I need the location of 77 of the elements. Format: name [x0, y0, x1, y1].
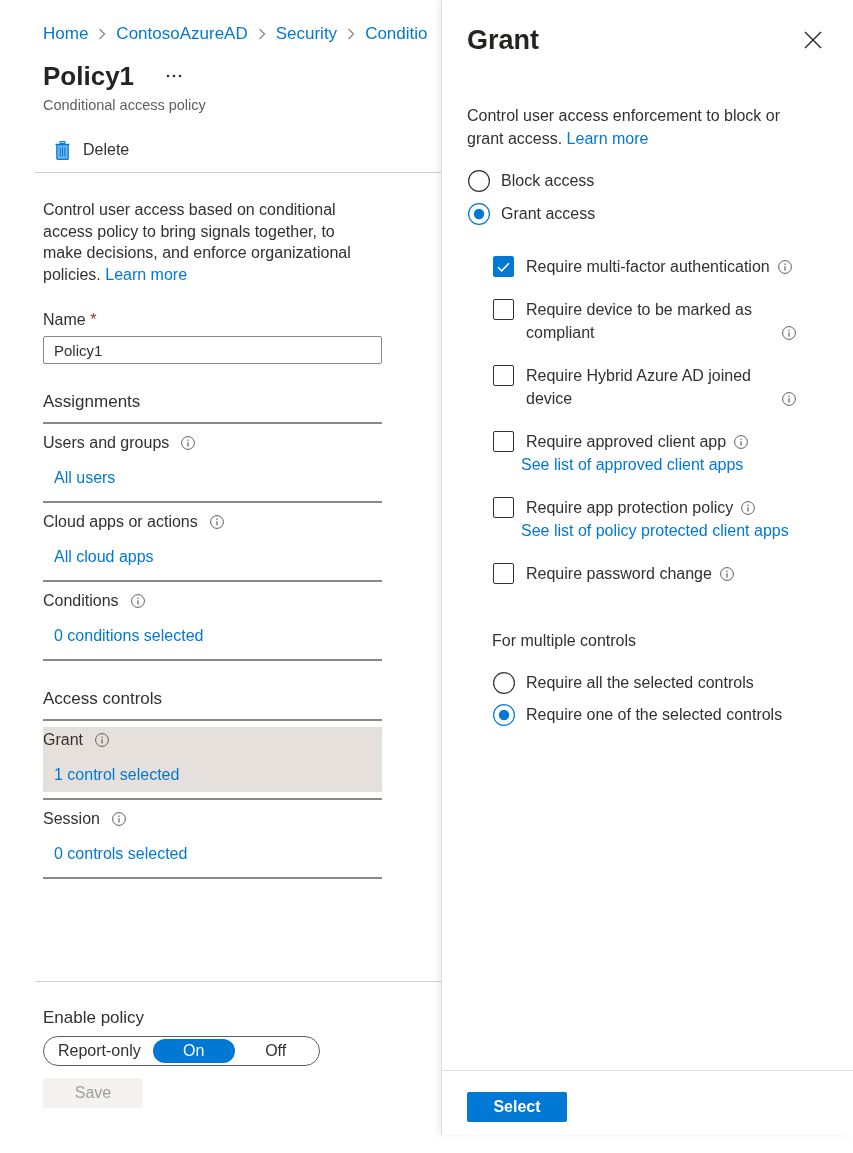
checkbox[interactable]: [493, 256, 514, 277]
checkbox[interactable]: [493, 299, 514, 320]
section-label: Grant: [43, 731, 83, 749]
breadcrumb-link[interactable]: Conditio: [365, 22, 428, 46]
info-icon: [130, 594, 145, 608]
page-subtitle: Conditional access policy: [43, 96, 206, 114]
info-icon: [782, 326, 796, 340]
checkbox-label[interactable]: Require Hybrid Azure AD joined device: [526, 364, 774, 410]
name-input[interactable]: Policy1: [43, 336, 382, 364]
chevron-icon: [98, 28, 107, 40]
page-title: Policy1: [43, 60, 135, 93]
learn-more-link[interactable]: Learn more: [566, 130, 649, 147]
close-icon[interactable]: [804, 31, 822, 49]
section-label: Conditions: [43, 592, 119, 610]
checkbox[interactable]: [493, 365, 514, 386]
toggle-option[interactable]: Off: [234, 1039, 317, 1063]
policy-section-item[interactable]: Cloud apps or actions All cloud apps: [43, 509, 382, 574]
radio-button[interactable]: [468, 203, 490, 225]
radio-label[interactable]: Require all the selected controls: [526, 674, 754, 692]
more-icon[interactable]: [166, 74, 183, 78]
info-icon: [111, 812, 126, 826]
toggle-option[interactable]: On: [152, 1039, 235, 1063]
checkbox-label[interactable]: Require app protection policy: [526, 496, 734, 519]
radio-label[interactable]: Block access: [501, 172, 595, 190]
radio-button[interactable]: [493, 704, 515, 726]
breadcrumb-link[interactable]: Security: [275, 22, 338, 46]
description-text: Control user access based on conditional access policy to bring signals together, to make decisions, and enforce organizational policies. Learn more: [43, 200, 352, 285]
select-button[interactable]: Select: [467, 1092, 567, 1122]
checkbox[interactable]: [493, 431, 514, 452]
policy-section-item[interactable]: Users and groups All users: [43, 430, 382, 495]
section-label: Session: [43, 810, 100, 828]
chevron-icon: [257, 28, 266, 40]
breadcrumb-link[interactable]: ContosoAzureAD: [116, 22, 248, 46]
radio-label[interactable]: Grant access: [501, 205, 596, 223]
see-list-link[interactable]: See list of policy protected client apps: [521, 519, 789, 542]
policy-section-item[interactable]: Session 0 controls selected: [43, 806, 382, 871]
info-icon: [734, 435, 749, 449]
section-heading: Assignments: [43, 391, 382, 424]
see-list-link[interactable]: See list of approved client apps: [521, 453, 744, 476]
info-icon: [719, 567, 734, 581]
info-icon: [782, 392, 796, 406]
info-icon: [777, 260, 792, 274]
policy-section-item[interactable]: Grant 1 control selected: [43, 727, 382, 792]
section-label: Users and groups: [43, 434, 170, 452]
chevron-icon: [347, 28, 356, 40]
section-link[interactable]: 0 controls selected: [54, 843, 188, 865]
info-icon: [741, 501, 756, 515]
info-icon: [209, 515, 224, 529]
checkbox-label[interactable]: Require multi-factor authentication: [526, 255, 770, 278]
check-icon: [497, 261, 510, 272]
checkbox[interactable]: [493, 497, 514, 518]
enable-policy-label: Enable policy: [43, 1007, 145, 1029]
radio-label[interactable]: Require one of the selected controls: [526, 706, 783, 724]
section-link[interactable]: All users: [54, 467, 116, 489]
checkbox-label[interactable]: Require approved client app: [526, 430, 727, 453]
info-icon: [95, 733, 109, 747]
learn-more-link[interactable]: Learn more: [105, 265, 188, 283]
radio-button[interactable]: [468, 170, 490, 192]
section-link[interactable]: 1 control selected: [54, 764, 180, 786]
checkbox-label[interactable]: Require password change: [526, 562, 712, 585]
radio-button[interactable]: [493, 672, 515, 694]
breadcrumb-link[interactable]: Home: [43, 22, 89, 46]
name-label: Name *: [43, 310, 97, 330]
section-heading: Access controls: [43, 688, 382, 721]
policy-section-item[interactable]: Conditions 0 conditions selected: [43, 588, 382, 653]
checkbox-label[interactable]: Require device to be marked as compliant: [526, 298, 774, 344]
section-link[interactable]: All cloud apps: [54, 546, 154, 568]
group-label: For multiple controls: [492, 631, 637, 651]
panel-description: Control user access enforcement to block or grant access. Learn more: [467, 106, 782, 149]
toggle-option[interactable]: Report-only: [46, 1039, 153, 1063]
panel-title: Grant: [467, 24, 539, 57]
section-link[interactable]: 0 conditions selected: [54, 625, 204, 647]
delete-button[interactable]: Delete: [49, 132, 136, 168]
trash-icon: [55, 140, 70, 160]
section-label: Cloud apps or actions: [43, 513, 198, 531]
checkbox[interactable]: [493, 563, 514, 584]
info-icon: [181, 436, 196, 450]
